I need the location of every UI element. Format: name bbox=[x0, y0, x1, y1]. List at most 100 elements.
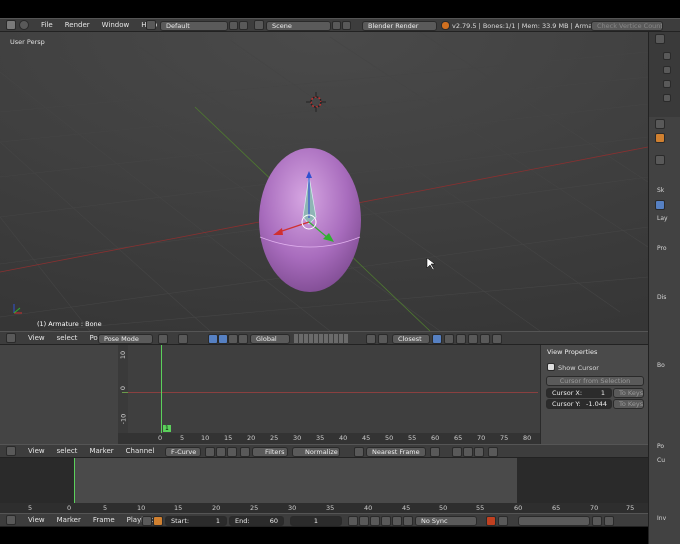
copy-keys-icon[interactable] bbox=[452, 447, 462, 457]
menu-select[interactable]: select bbox=[57, 447, 78, 455]
create-ghost-icon[interactable] bbox=[488, 447, 498, 457]
preview-range-icon[interactable] bbox=[142, 516, 152, 526]
keying-set-icon[interactable] bbox=[498, 516, 508, 526]
snap-magnet-icon[interactable] bbox=[432, 334, 442, 344]
jump-end-icon[interactable] bbox=[403, 516, 413, 526]
scene-field[interactable]: Scene bbox=[266, 21, 331, 31]
normalize-button[interactable]: Normalize bbox=[292, 447, 340, 457]
graph-editor-area[interactable]: 1 10 0 -10 0 5 10 15 20 25 30 35 40 45 5… bbox=[118, 345, 540, 444]
outliner-row-icon[interactable] bbox=[663, 52, 671, 60]
next-keyframe-icon[interactable] bbox=[392, 516, 402, 526]
opengl-anim-icon[interactable] bbox=[456, 334, 466, 344]
menu-view[interactable]: View bbox=[28, 447, 45, 455]
bone-tab-icon[interactable] bbox=[655, 133, 665, 143]
lock-layers-icon[interactable] bbox=[366, 334, 376, 344]
view-properties-title[interactable]: View Properties bbox=[547, 348, 597, 356]
info-icon[interactable] bbox=[19, 20, 29, 30]
auto-snap-dropdown[interactable]: Nearest Frame bbox=[366, 447, 426, 457]
properties-panel[interactable]: Sk Lay Pro Dis Bo Po Cu Inv bbox=[648, 117, 680, 544]
panel-tab-bone-groups[interactable]: Bo bbox=[657, 362, 665, 369]
properties-tab-icon[interactable] bbox=[655, 155, 665, 165]
ghost-curve-icon[interactable] bbox=[216, 447, 226, 457]
insert-keyframe-icon[interactable] bbox=[592, 516, 602, 526]
layers-grid[interactable] bbox=[294, 334, 348, 343]
play-icon[interactable] bbox=[381, 516, 391, 526]
3d-editor-type-icon[interactable] bbox=[6, 333, 16, 343]
panel-tab-display[interactable]: Dis bbox=[657, 294, 666, 301]
pivot-icon[interactable] bbox=[430, 447, 440, 457]
show-hidden-icon[interactable] bbox=[227, 447, 237, 457]
paste-keys-icon[interactable] bbox=[463, 447, 473, 457]
auto-snap-icon[interactable] bbox=[354, 447, 364, 457]
add-scene-icon[interactable] bbox=[332, 21, 341, 30]
scale-icon[interactable] bbox=[238, 334, 248, 344]
panel-tab-layers[interactable]: Lay bbox=[657, 215, 668, 222]
outliner-panel[interactable] bbox=[648, 32, 680, 117]
outliner-row-icon[interactable] bbox=[663, 80, 671, 88]
menu-window[interactable]: Window bbox=[102, 21, 130, 29]
paste-flipped-keys-icon[interactable] bbox=[474, 447, 484, 457]
menu-view[interactable]: View bbox=[28, 516, 45, 524]
remove-layout-icon[interactable] bbox=[239, 21, 248, 30]
timeline-editor-type-icon[interactable] bbox=[6, 515, 16, 525]
panel-tab-custom[interactable]: Cu bbox=[657, 457, 665, 464]
panel-tab-inverse[interactable]: Inv bbox=[657, 515, 666, 522]
outliner-row-icon[interactable] bbox=[663, 94, 671, 102]
3d-viewport[interactable] bbox=[0, 32, 648, 331]
add-layout-icon[interactable] bbox=[229, 21, 238, 30]
outliner-row-icon[interactable] bbox=[663, 66, 671, 74]
menu-view[interactable]: View bbox=[28, 334, 45, 342]
interaction-mode-dropdown[interactable]: Pose Mode bbox=[98, 334, 153, 344]
render-engine-dropdown[interactable]: Blender Render bbox=[362, 21, 437, 31]
opengl-render-icon[interactable] bbox=[444, 334, 454, 344]
outliner-type-icon[interactable] bbox=[655, 34, 665, 44]
screen-layout-field[interactable]: Default bbox=[160, 21, 228, 31]
layout-icon[interactable] bbox=[146, 20, 156, 30]
panel-tab-pose-library[interactable]: Po bbox=[657, 443, 664, 450]
graph-mode-dropdown[interactable]: F-Curve bbox=[165, 447, 201, 457]
current-frame-field[interactable]: 1 bbox=[290, 516, 342, 526]
properties-type-icon[interactable] bbox=[655, 119, 665, 129]
scene-icon[interactable] bbox=[254, 20, 264, 30]
cursor-x-to-keys-button[interactable]: To Keys bbox=[613, 388, 644, 398]
editor-type-icon[interactable] bbox=[6, 20, 16, 30]
auto-keying-icon[interactable] bbox=[486, 516, 496, 526]
pivot-point-icon[interactable] bbox=[178, 334, 188, 344]
rotate-icon[interactable] bbox=[228, 334, 238, 344]
keying-set-field[interactable] bbox=[518, 516, 590, 526]
play-reverse-icon[interactable] bbox=[370, 516, 380, 526]
panel-tab-protected[interactable]: Pro bbox=[657, 245, 667, 252]
menu-marker[interactable]: Marker bbox=[57, 516, 81, 524]
rest-position-icon[interactable] bbox=[655, 200, 665, 210]
check-vertice-count-button[interactable]: Check Vertice Count bbox=[591, 21, 663, 31]
sync-mode-dropdown[interactable]: No Sync bbox=[415, 516, 477, 526]
end-frame-field[interactable]: End: 60 bbox=[229, 516, 284, 526]
prev-keyframe-icon[interactable] bbox=[359, 516, 369, 526]
filters-button[interactable]: Filters bbox=[252, 447, 288, 457]
menu-file[interactable]: File bbox=[41, 21, 53, 29]
menu-frame[interactable]: Frame bbox=[93, 516, 115, 524]
cursor-y-field[interactable]: Cursor Y: -1.044 bbox=[546, 399, 612, 409]
graph-editor-type-icon[interactable] bbox=[6, 446, 16, 456]
current-frame-badge[interactable]: 1 bbox=[163, 425, 171, 432]
delete-keyframe-icon[interactable] bbox=[604, 516, 614, 526]
remove-scene-icon[interactable] bbox=[342, 21, 351, 30]
timeline-area[interactable]: 5 0 5 10 15 20 25 30 35 40 45 50 55 60 6… bbox=[0, 458, 648, 513]
panel-tab-skeleton[interactable]: Sk bbox=[657, 187, 664, 194]
lock-time-icon[interactable] bbox=[153, 516, 163, 526]
graph-channel-region[interactable] bbox=[0, 345, 118, 444]
jump-start-icon[interactable] bbox=[348, 516, 358, 526]
menu-render[interactable]: Render bbox=[65, 21, 90, 29]
only-selected-icon[interactable] bbox=[205, 447, 215, 457]
paste-pose-icon[interactable] bbox=[480, 334, 490, 344]
proportional-edit-icon[interactable] bbox=[378, 334, 388, 344]
paste-flipped-pose-icon[interactable] bbox=[492, 334, 502, 344]
menu-channel[interactable]: Channel bbox=[126, 447, 155, 455]
viewport-shading-icon[interactable] bbox=[158, 334, 168, 344]
cursor-y-to-keys-button[interactable]: To Keys bbox=[613, 399, 644, 409]
snap-element-dropdown[interactable]: Closest bbox=[392, 334, 430, 344]
copy-pose-icon[interactable] bbox=[468, 334, 478, 344]
cursor-x-field[interactable]: Cursor X: 1 bbox=[546, 388, 612, 398]
menu-marker[interactable]: Marker bbox=[89, 447, 113, 455]
manipulator-icon[interactable] bbox=[208, 334, 218, 344]
